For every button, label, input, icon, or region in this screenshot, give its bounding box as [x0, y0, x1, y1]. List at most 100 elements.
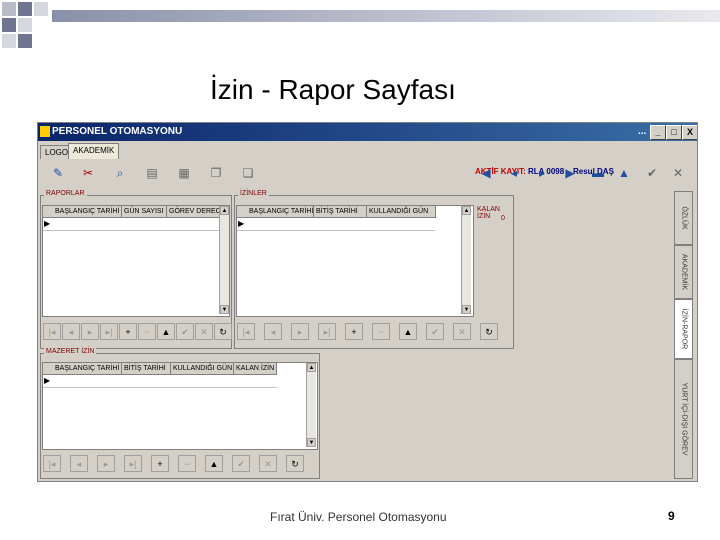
next-record-icon[interactable]: ▸	[534, 165, 550, 181]
deco-square	[18, 2, 32, 16]
scroll-up-icon[interactable]: ▲	[307, 363, 316, 372]
scroll-up-icon[interactable]: ▲	[462, 206, 471, 215]
check-icon[interactable]: ✔	[644, 165, 660, 181]
table-row[interactable]	[43, 375, 277, 388]
next-icon[interactable]: ▸	[81, 323, 99, 340]
izinler-navigator: |◂ ◂ ▸ ▸| + − ▲ ✔ ✕ ↻	[237, 322, 511, 342]
column-header[interactable]: GÖREV DERECE	[167, 206, 220, 218]
refresh-icon[interactable]: ↻	[480, 323, 498, 340]
delete-record-icon[interactable]: ▬	[590, 165, 606, 181]
prev-icon[interactable]: ◂	[62, 323, 80, 340]
cancel-icon[interactable]: ✕	[195, 323, 213, 340]
deco-square	[2, 34, 16, 48]
search-icon[interactable]: ⌕	[112, 165, 128, 181]
scroll-down-icon[interactable]: ▼	[220, 305, 229, 314]
column-header[interactable]: BAŞLANGIÇ TARİHİ	[53, 206, 122, 218]
first-icon[interactable]: |◂	[43, 323, 61, 340]
mazeret-grid[interactable]: BAŞLANGIÇ TARİHİ BİTİŞ TARİHİ KULLANDIĞI…	[42, 362, 318, 450]
deco-square	[18, 34, 32, 48]
first-icon[interactable]: |◂	[43, 455, 61, 472]
scroll-up-icon[interactable]: ▲	[220, 206, 229, 215]
check-icon[interactable]: ✔	[426, 323, 444, 340]
prev-record-icon[interactable]: ◂	[506, 165, 522, 181]
refresh-icon[interactable]: ↻	[286, 455, 304, 472]
kalan-izin-label: KALAN İZİN	[477, 206, 500, 220]
last-record-icon[interactable]: ▶	[562, 165, 578, 181]
vertical-tab-bar: ÖZLÜK AKADEMİK İZİN-RAPOR YURT İÇİ-DIŞI …	[672, 191, 694, 479]
next-icon[interactable]: ▸	[291, 323, 309, 340]
up-icon[interactable]: ▲	[399, 323, 417, 340]
table-row[interactable]	[237, 218, 435, 231]
toolbar: ✎ ✂ ⌕ ▤ ▦ ❐ ❏ ◀ ◂ ▸ ▶ ▬ ▲ ✔ ✕	[38, 161, 697, 187]
prev-icon[interactable]: ◂	[264, 323, 282, 340]
column-header[interactable]: BİTİŞ TARİHİ	[122, 363, 171, 375]
add-icon[interactable]: +	[151, 455, 169, 472]
row-indicator-icon: ▶	[238, 219, 245, 228]
page-number: 9	[668, 509, 675, 523]
izinler-title: İZİNLER	[238, 190, 269, 197]
scroll-down-icon[interactable]: ▼	[462, 305, 471, 314]
table-row[interactable]	[43, 218, 219, 231]
up-record-icon[interactable]: ▲	[616, 165, 632, 181]
document-icon[interactable]: ▤	[144, 165, 160, 181]
print-icon[interactable]: ▦	[176, 165, 192, 181]
prev-icon[interactable]: ◂	[70, 455, 88, 472]
izinler-grid[interactable]: BAŞLANGIÇ TARİHİ BİTİŞ TARİHİ KULLANDIĞI…	[236, 205, 474, 317]
cancel-icon[interactable]: ✕	[670, 165, 686, 181]
column-header[interactable]: BİTİŞ TARİHİ	[314, 206, 367, 218]
mazeret-scrollbar[interactable]: ▲ ▼	[306, 363, 316, 447]
refresh-icon[interactable]: ↻	[214, 323, 232, 340]
tab-bar: LOGO AKADEMİK AKTİF KAYIT: RLA 0098 Resu…	[38, 143, 697, 176]
check-icon[interactable]: ✔	[232, 455, 250, 472]
first-record-icon[interactable]: ◀	[478, 165, 494, 181]
delete-icon[interactable]: −	[372, 323, 390, 340]
raporlar-title: RAPORLAR	[44, 190, 87, 197]
delete-icon[interactable]: −	[138, 323, 156, 340]
deco-square	[2, 2, 16, 16]
window-title: PERSONEL OTOMASYONU	[52, 126, 183, 137]
kalan-izin-value: 0	[501, 215, 505, 222]
cancel-icon[interactable]: ✕	[259, 455, 277, 472]
vtab-ozluk[interactable]: ÖZLÜK	[674, 191, 693, 245]
last-icon[interactable]: ▸|	[318, 323, 336, 340]
close-button[interactable]: X	[682, 125, 697, 140]
raporlar-grid[interactable]: BAŞLANGIÇ TARİHİ GÜN SAYISI GÖREV DERECE…	[42, 205, 230, 317]
vtab-gorev[interactable]: YURT İÇİ-DIŞI GÖREV	[674, 359, 693, 479]
tab-akademik[interactable]: AKADEMİK	[68, 143, 120, 159]
check-icon[interactable]: ✔	[176, 323, 194, 340]
raporlar-panel: RAPORLAR BAŞLANGIÇ TARİHİ GÜN SAYISI GÖR…	[40, 190, 232, 349]
last-icon[interactable]: ▸|	[100, 323, 118, 340]
cancel-icon[interactable]: ✕	[453, 323, 471, 340]
up-icon[interactable]: ▲	[157, 323, 175, 340]
izinler-scrollbar[interactable]: ▲ ▼	[461, 206, 471, 314]
deco-square	[34, 2, 48, 16]
column-header[interactable]: BAŞLANGIÇ TARİHİ	[53, 363, 122, 375]
deco-square	[18, 18, 32, 32]
column-header[interactable]: KALAN İZİN	[234, 363, 277, 375]
add-icon[interactable]: +	[345, 323, 363, 340]
scroll-down-icon[interactable]: ▼	[307, 438, 316, 447]
slide-footer: Fırat Üniv. Personel Otomasyonu	[270, 510, 447, 524]
column-header[interactable]: BAŞLANGIÇ TARİHİ	[247, 206, 314, 218]
vtab-akademik[interactable]: AKADEMİK	[674, 245, 693, 299]
last-icon[interactable]: ▸|	[124, 455, 142, 472]
maximize-button[interactable]: □	[666, 125, 682, 140]
wrench-icon[interactable]: ✂	[80, 165, 96, 181]
column-header[interactable]: KULLANDIĞI GÜN	[367, 206, 436, 218]
raporlar-navigator: |◂ ◂ ▸ ▸| + − ▲ ✔ ✕ ↻	[43, 322, 232, 342]
copy-icon[interactable]: ❐	[208, 165, 224, 181]
tool-icon[interactable]: ✎	[50, 165, 66, 181]
first-icon[interactable]: |◂	[237, 323, 255, 340]
column-header[interactable]: KULLANDIĞI GÜN	[171, 363, 234, 375]
up-icon[interactable]: ▲	[205, 455, 223, 472]
deco-bar	[52, 10, 720, 22]
delete-icon[interactable]: −	[178, 455, 196, 472]
vtab-izin-rapor[interactable]: İZİN-RAPOR	[674, 299, 693, 359]
raporlar-scrollbar[interactable]: ▲ ▼	[219, 206, 229, 314]
app-window: PERSONEL OTOMASYONU ... _ □ X LOGO AKADE…	[37, 122, 698, 482]
add-icon[interactable]: +	[119, 323, 137, 340]
minimize-button[interactable]: _	[650, 125, 666, 140]
next-icon[interactable]: ▸	[97, 455, 115, 472]
paste-icon[interactable]: ❏	[240, 165, 256, 181]
column-header[interactable]: GÜN SAYISI	[122, 206, 167, 218]
